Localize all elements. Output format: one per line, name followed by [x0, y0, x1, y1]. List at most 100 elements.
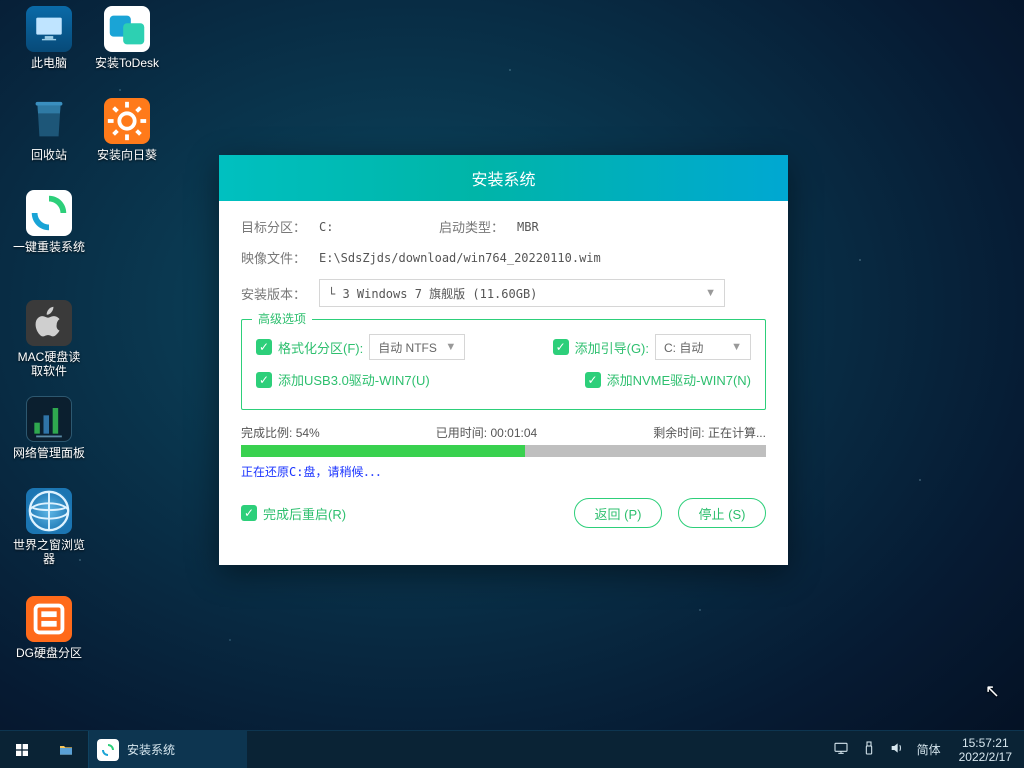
monitor-icon: [26, 6, 72, 52]
installer-body: 目标分区： C: 启动类型： MBR 映像文件： E:\SdsZjds/down…: [219, 201, 788, 544]
desktop-icon-label: DG硬盘分区: [12, 646, 86, 660]
check-icon: ✓: [553, 339, 569, 355]
desktop-icon-label: 此电脑: [12, 56, 86, 70]
back-button-label: 返回 (P): [595, 504, 642, 523]
advanced-options-legend: 高级选项: [252, 310, 312, 327]
label-format-partition: 格式化分区(F):: [278, 338, 363, 357]
back-button[interactable]: 返回 (P): [574, 498, 662, 528]
progress-meta: 完成比例: 54% 已用时间: 00:01:04 剩余时间: 正在计算...: [241, 424, 766, 441]
desktop-icon-recycle[interactable]: 回收站: [12, 98, 86, 162]
desktop-icon-label: 安装ToDesk: [90, 56, 164, 70]
bottom-row: ✓ 完成后重启(R) 返回 (P) 停止 (S): [241, 498, 766, 528]
desktop-icon-browser[interactable]: 世界之窗浏览器: [12, 488, 86, 566]
tray-volume-button[interactable]: [889, 740, 905, 759]
chevron-down-icon: ▼: [731, 341, 742, 353]
value-progress: 54%: [296, 426, 320, 440]
installer-title: 安装系统: [471, 166, 535, 190]
desktop-icon-mac[interactable]: MAC硬盘读取软件: [12, 300, 86, 378]
folder-icon: [58, 742, 74, 758]
speaker-icon: [889, 740, 905, 756]
value-remaining: 正在计算...: [708, 426, 766, 440]
desktop-icon-label: 回收站: [12, 148, 86, 162]
installer-window: 安装系统 目标分区： C: 启动类型： MBR 映像文件： E:\SdsZjds…: [219, 155, 788, 565]
value-target-partition: C:: [319, 220, 379, 234]
checkbox-format-partition[interactable]: ✓ 格式化分区(F):: [256, 338, 363, 357]
check-icon: ✓: [241, 505, 257, 521]
progress-label-group: 完成比例: 54%: [241, 424, 320, 441]
label-nvme: 添加NVME驱动-WIN7(N): [607, 370, 751, 389]
installer-titlebar[interactable]: 安装系统: [219, 155, 788, 201]
label-usb3: 添加USB3.0驱动-WIN7(U): [278, 370, 430, 389]
taskbar-app-installer[interactable]: 安装系统: [88, 731, 248, 768]
desktop-icon-sunflower[interactable]: 安装向日葵: [90, 98, 164, 162]
globe-icon: [26, 488, 72, 534]
checkbox-add-boot[interactable]: ✓ 添加引导(G):: [553, 338, 649, 357]
row-install-version: 安装版本： └ 3 Windows 7 旗舰版 (11.60GB) ▼: [241, 279, 766, 307]
desktop-icon-label: MAC硬盘读取软件: [12, 350, 86, 378]
apple-icon: [26, 300, 72, 346]
select-install-version[interactable]: └ 3 Windows 7 旗舰版 (11.60GB) ▼: [319, 279, 725, 307]
stop-button[interactable]: 停止 (S): [678, 498, 766, 528]
network-icon: [833, 740, 849, 756]
desktop-icon-netpanel[interactable]: 网络管理面板: [12, 396, 86, 460]
value-image-file: E:\SdsZjds/download/win764_20220110.wim: [319, 251, 601, 265]
tray-ime-label: 简体: [917, 743, 941, 757]
checkbox-nvme[interactable]: ✓ 添加NVME驱动-WIN7(N): [585, 370, 751, 389]
installer-taskbar-icon: [97, 739, 119, 761]
row-image-file: 映像文件： E:\SdsZjds/download/win764_2022011…: [241, 248, 766, 267]
desktop-icon-label: 一键重装系统: [12, 240, 86, 254]
taskbar: 安装系统 简体 15:57:21 2022/2/17: [0, 730, 1024, 768]
desktop-icon-label: 安装向日葵: [90, 148, 164, 162]
tray-ime-button[interactable]: 简体: [917, 741, 941, 758]
row-format-boot: ✓ 格式化分区(F): 自动 NTFS ▼ ✓ 添加引导(G): C: 自动 ▼: [256, 334, 751, 360]
chevron-down-icon: ▼: [445, 341, 456, 353]
usb-icon: [861, 740, 877, 756]
elapsed-label-group: 已用时间: 00:01:04: [436, 424, 537, 441]
check-icon: ✓: [256, 339, 272, 355]
chevron-down-icon: ▼: [705, 287, 716, 299]
label-boot-type: 启动类型：: [439, 217, 517, 236]
tray-clock[interactable]: 15:57:21 2022/2/17: [953, 736, 1018, 764]
progress-bar: [241, 445, 766, 457]
row-usb-nvme: ✓ 添加USB3.0驱动-WIN7(U) ✓ 添加NVME驱动-WIN7(N): [256, 370, 751, 389]
tray-usb-button[interactable]: [861, 740, 877, 759]
todesk-icon: [104, 6, 150, 52]
desktop-icon-this-pc[interactable]: 此电脑: [12, 6, 86, 70]
status-line: 正在还原C:盘，请稍候．．．: [241, 463, 766, 480]
tray-date: 2022/2/17: [959, 750, 1012, 764]
desktop-icon-todesk[interactable]: 安装ToDesk: [90, 6, 164, 70]
tray-time: 15:57:21: [959, 736, 1012, 750]
label-image-file: 映像文件：: [241, 248, 319, 267]
desktop-icon-label: 网络管理面板: [12, 446, 86, 460]
checkbox-restart-after[interactable]: ✓ 完成后重启(R): [241, 504, 346, 523]
advanced-options-fieldset: 高级选项 ✓ 格式化分区(F): 自动 NTFS ▼ ✓ 添加引导(G): C:…: [241, 319, 766, 410]
progress-fill: [241, 445, 525, 457]
value-boot-type: MBR: [517, 220, 539, 234]
cursor-icon: ↖: [985, 681, 1000, 702]
select-install-version-value: └ 3 Windows 7 旗舰版 (11.60GB): [328, 285, 537, 302]
remaining-label-group: 剩余时间: 正在计算...: [653, 424, 766, 441]
select-format[interactable]: 自动 NTFS ▼: [369, 334, 465, 360]
label-remaining: 剩余时间:: [653, 426, 704, 440]
stop-button-label: 停止 (S): [699, 504, 746, 523]
label-add-boot: 添加引导(G):: [575, 338, 649, 357]
label-elapsed: 已用时间:: [436, 426, 487, 440]
label-target-partition: 目标分区：: [241, 217, 319, 236]
taskbar-app-label: 安装系统: [127, 741, 175, 758]
desktop-icon-reinstall[interactable]: 一键重装系统: [12, 190, 86, 254]
value-elapsed: 00:01:04: [490, 426, 537, 440]
check-icon: ✓: [256, 372, 272, 388]
label-install-version: 安装版本：: [241, 284, 319, 303]
select-boot[interactable]: C: 自动 ▼: [655, 334, 751, 360]
checkbox-usb3[interactable]: ✓ 添加USB3.0驱动-WIN7(U): [256, 370, 430, 389]
desktop-icon-dg[interactable]: DG硬盘分区: [12, 596, 86, 660]
tray-network-button[interactable]: [833, 740, 849, 759]
button-group: 返回 (P) 停止 (S): [574, 498, 766, 528]
row-target-boot: 目标分区： C: 启动类型： MBR: [241, 217, 766, 236]
reinstall-icon: [26, 190, 72, 236]
start-button[interactable]: [0, 731, 44, 768]
explorer-button[interactable]: [44, 731, 88, 768]
sunflower-icon: [104, 98, 150, 144]
label-restart-after: 完成后重启(R): [263, 504, 346, 523]
desktop-icon-label: 世界之窗浏览器: [12, 538, 86, 566]
